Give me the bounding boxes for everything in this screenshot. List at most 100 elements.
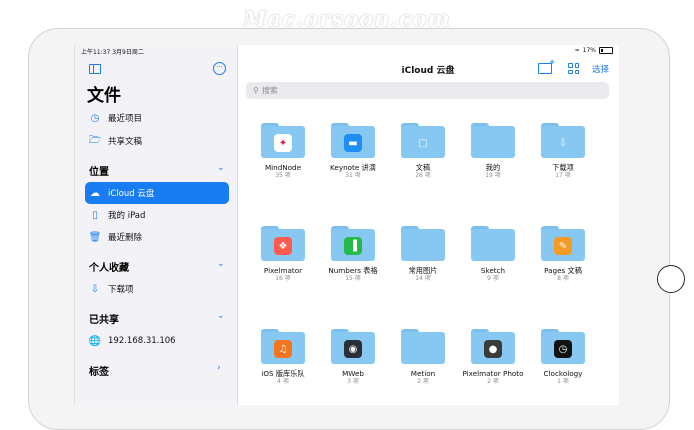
sidebar-item-icloud[interactable]: ☁ iCloud 云盘 [85,182,229,204]
folder-item[interactable]: ▐ Numbers 表格 15 项 [318,226,388,283]
pages-icon: ✎ [554,237,572,255]
sidebar-item-label: 192.168.31.106 [108,336,176,346]
folder-item-count: 8 项 [557,275,569,282]
folder-name: Clockology [543,369,583,378]
section-locations: 位置 [89,167,109,178]
chevron-down-icon[interactable]: ⌄ [217,259,225,269]
download-icon: ⇩ [90,283,100,295]
folder-item-count: 9 项 [487,275,499,282]
folder-item[interactable]: ⇩ 下载项 17 项 [528,123,598,180]
folder-item-count: 15 项 [345,275,361,282]
folder-item[interactable]: ❖ Pixelmator 16 项 [248,226,318,283]
wifi-icon: ≈ [574,47,580,54]
folder-name: 常用图片 [408,266,438,275]
folder-item-count: 16 项 [275,275,291,282]
folder-item[interactable]: 我的 19 项 [458,123,528,180]
section-favorites: 个人收藏 [89,263,129,274]
folder-item[interactable]: ● Pixelmator Photo 2 项 [458,329,528,386]
section-tags: 标签 [89,367,109,378]
sidebar-item-recents[interactable]: ◷ 最近项目 [85,107,229,129]
chevron-right-icon[interactable]: › [217,363,221,373]
folder-name: Metion [410,369,436,378]
folder-item-count: 19 项 [485,172,501,179]
page-title: 文件 [87,86,121,106]
folder-item-count: 35 项 [275,172,291,179]
sidebar-item-label: 共享文稿 [108,137,143,147]
folder-item-count: 2 项 [417,378,429,385]
folder-item[interactable]: ▬ Keynote 讲演 31 项 [318,123,388,180]
section-shared: 已共享 [89,315,119,326]
folder-name: Pages 文稿 [544,266,582,275]
folder-icon [471,123,515,158]
sidebar: 上午11:37 3月9日周二 ··· 文件 ◷ 最近项目 🗁 共享文稿 位置 ⌄… [75,45,238,405]
sidebar-item-shared[interactable]: 🗁 共享文稿 [85,130,229,152]
folder-item[interactable]: ✦ MindNode 35 项 [248,123,318,180]
folder-icon: ◉ [331,329,375,364]
folder-item-count: 1 项 [557,378,569,385]
chevron-down-icon[interactable]: ⌄ [217,311,225,321]
folder-item-count: 3 项 [347,378,359,385]
battery-icon [599,47,613,54]
folder-item[interactable]: □ 文稿 26 项 [388,123,458,180]
pixelmator-photo-icon: ● [484,340,502,358]
folder-item[interactable]: ◉ MWeb 3 项 [318,329,388,386]
folder-name: Sketch [480,266,506,275]
status-bar-right: ≈ 17% [75,45,619,57]
folder-name: Pixelmator Photo [462,369,524,378]
keynote-icon: ▬ [344,134,362,152]
garageband-icon: ♫ [274,340,292,358]
folder-icon [471,226,515,261]
folder-item-count: 17 项 [555,172,571,179]
cloud-icon: ☁ [90,187,100,199]
sidebar-item-ipad[interactable]: ▯ 我的 iPad [85,204,229,226]
folder-item-count: 2 项 [487,378,499,385]
folder-item[interactable]: ◷ Clockology 1 项 [528,329,598,386]
document-icon: □ [418,137,428,149]
folder-item-count: 4 项 [277,378,289,385]
folder-title: iCloud 云盘 [401,66,455,76]
sidebar-item-server[interactable]: 🌐 192.168.31.106 [85,330,229,352]
ipad-screen: 上午11:37 3月9日周二 ··· 文件 ◷ 最近项目 🗁 共享文稿 位置 ⌄… [74,45,619,405]
ipad-icon: ▯ [92,209,98,221]
more-icon[interactable]: ··· [213,62,226,75]
folder-icon: □ [401,123,445,158]
folder-icon: ● [471,329,515,364]
folder-icon: ❖ [261,226,305,261]
main-content: ≈ 17% iCloud 云盘 选择 ⚲ 搜索 ✦ MindNode35 项 ▬ Ke… [238,45,619,405]
grid-view-icon[interactable] [568,63,579,74]
sidebar-item-label: 最近删除 [108,233,143,243]
folder-name: Pixelmator [263,266,303,275]
chevron-down-icon[interactable]: ⌄ [217,163,225,173]
folder-icon: ▐ [331,226,375,261]
search-field[interactable]: ⚲ 搜索 [246,82,609,99]
search-input[interactable]: 搜索 [262,85,278,96]
sidebar-item-label: 下载项 [108,285,134,295]
folder-name: MWeb [342,369,364,378]
folder-icon: ✦ [261,123,305,158]
folder-item[interactable]: ✎ Pages 文稿 8 项 [528,226,598,283]
home-button[interactable] [657,265,685,293]
folder-name: Keynote 讲演 [330,163,376,172]
search-icon: ⚲ [253,86,259,95]
sidebar-item-downloads[interactable]: ⇩ 下载项 [85,278,229,300]
folder-icon: ⇩ [541,123,585,158]
sidebar-toggle-icon[interactable] [89,64,101,74]
folder-item-count: 26 项 [415,172,431,179]
shared-folder-icon: 🗁 [88,134,102,146]
mindnode-icon: ✦ [274,134,292,152]
folder-item[interactable]: 常用图片 14 项 [388,226,458,283]
sidebar-item-recently-deleted[interactable]: 🗑 最近删除 [85,226,229,248]
folder-item[interactable]: ♫ iOS 版库乐队 4 项 [248,329,318,386]
folder-item[interactable]: Sketch 9 项 [458,226,528,283]
folder-item-count: 14 项 [415,275,431,282]
folder-name: MindNode [264,163,302,172]
folder-name: 我的 [485,163,501,172]
numbers-icon: ▐ [344,237,362,255]
folder-item[interactable]: Metion 2 项 [388,329,458,386]
select-button[interactable]: 选择 [592,63,609,75]
new-folder-icon[interactable] [538,58,555,74]
folder-name: iOS 版库乐队 [261,369,305,378]
download-icon: ⇩ [558,137,568,149]
clockology-icon: ◷ [554,340,572,358]
folder-name: Numbers 表格 [328,266,378,275]
